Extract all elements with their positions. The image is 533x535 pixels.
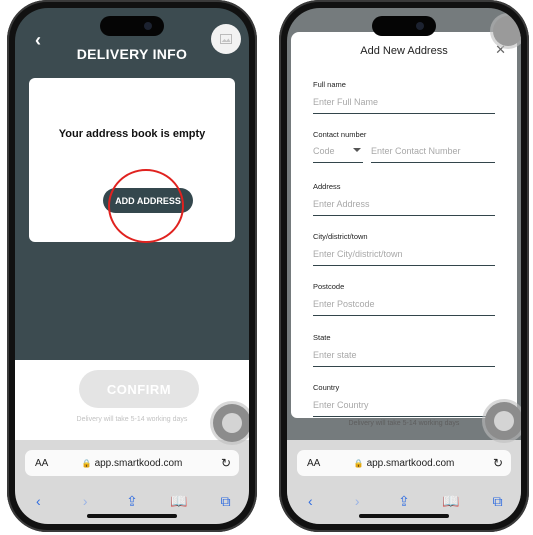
bookmarks-icon[interactable]: 📖 [440,493,462,510]
right-screen: Add New Address ✕ Full name Enter Full N… [287,8,521,524]
city-input[interactable]: Enter City/district/town [313,249,495,266]
city-field: City/district/town Enter City/district/t… [313,232,495,266]
browser-toolbar: ‹ › ⇪ 📖 ⧉ [287,488,521,514]
country-field: Country Enter Country [313,383,495,417]
contact-number-input[interactable]: Enter Contact Number [371,146,495,163]
address-input[interactable]: Enter Address [313,199,495,216]
state-input[interactable]: Enter state [313,350,495,367]
postcode-field: Postcode Enter Postcode [313,282,495,316]
add-address-modal: Add New Address ✕ Full name Enter Full N… [291,32,517,418]
assistive-touch-button[interactable] [485,402,521,440]
url-text: app.smartkood.com [366,457,455,469]
forward-icon[interactable]: › [346,493,368,509]
dynamic-island [372,16,436,36]
full-name-input[interactable]: Enter Full Name [313,97,495,114]
browser-toolbar: ‹ › ⇪ 📖 ⧉ [15,488,249,514]
reload-icon[interactable]: ↻ [493,456,503,470]
country-input[interactable]: Enter Country [313,400,495,417]
dynamic-island [100,16,164,36]
field-label: Address [313,182,341,191]
back-icon[interactable]: ‹ [27,493,49,509]
postcode-input[interactable]: Enter Postcode [313,299,495,316]
left-screen: ‹ DELIVERY INFO Your address book is emp… [15,8,249,524]
dropdown-caret-icon [353,148,361,152]
field-label: Contact number [313,130,367,139]
contact-number-field: Contact number Code Enter Contact Number [313,130,495,163]
back-icon[interactable]: ‹ [299,493,321,509]
field-label: Postcode [313,282,345,291]
right-phone: Add New Address ✕ Full name Enter Full N… [279,0,529,532]
share-icon[interactable]: ⇪ [393,493,415,510]
share-icon[interactable]: ⇪ [121,493,143,510]
state-field: State Enter state [313,333,495,367]
image-icon[interactable] [211,24,241,54]
modal-title: Add New Address [360,45,448,57]
address-bar[interactable]: AA 🔒 app.smartkood.com ↻ [297,450,511,476]
forward-icon[interactable]: › [74,493,96,509]
full-name-field: Full name Enter Full Name [313,80,495,114]
lock-icon: 🔒 [81,458,92,468]
address-field: Address Enter Address [313,182,495,216]
browser-bar: AA 🔒 app.smartkood.com ↻ ‹ › ⇪ 📖 ⧉ [287,440,521,524]
url-text: app.smartkood.com [94,457,183,469]
tabs-icon[interactable]: ⧉ [487,493,509,510]
field-label: State [313,333,331,342]
lock-icon: 🔒 [353,458,364,468]
reload-icon[interactable]: ↻ [221,456,231,470]
field-label: Full name [313,80,346,89]
highlight-circle [108,169,184,243]
assistive-touch-button-top[interactable] [493,16,521,46]
left-phone: ‹ DELIVERY INFO Your address book is emp… [7,0,257,532]
empty-address-text: Your address book is empty [58,128,206,140]
confirm-button[interactable]: CONFIRM [79,370,199,408]
browser-bar: AA 🔒 app.smartkood.com ↻ ‹ › ⇪ 📖 ⧉ [15,440,249,524]
address-book-card: Your address book is empty ADD ADDRESS [29,78,235,243]
home-indicator [87,514,177,518]
field-label: City/district/town [313,232,368,241]
address-bar[interactable]: AA 🔒 app.smartkood.com ↻ [25,450,239,476]
country-code-select[interactable]: Code [313,146,363,163]
assistive-touch-button[interactable] [213,404,249,442]
bookmarks-icon[interactable]: 📖 [168,493,190,510]
field-label: Country [313,383,340,392]
home-indicator [359,514,449,518]
tabs-icon[interactable]: ⧉ [215,493,237,510]
